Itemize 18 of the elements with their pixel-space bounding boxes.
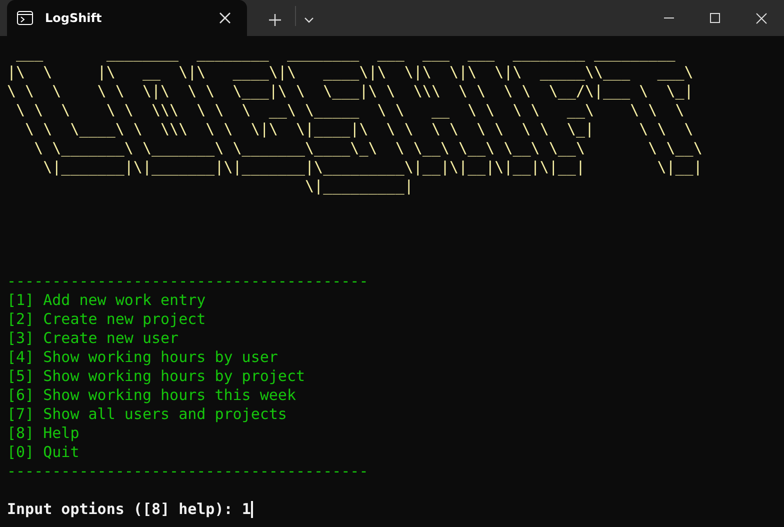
menu-option: [8] Help xyxy=(7,424,80,443)
menu-option: [0] Quit xyxy=(7,443,80,462)
menu-option: [2] Create new project xyxy=(7,310,206,329)
menu-option: [7] Show all users and projects xyxy=(7,405,287,424)
menu-option: [1] Add new work entry xyxy=(7,291,206,310)
ascii-art-title-text: ___ ________ ________ ________ ___ ___ ___ ________ _________ |\ \ |\ __ \|\ ____\|\ ____\|\ \|\ \|\ \|\ _____\\___ ___\ \ \ \ \ \ \|\ \ \ \___|\ \ \___|\ \ \\\ \ \ \ \ \__/\|___ \ \_| \ \ \ \ \ \\\ \ \ \ __\ \_____ \ \ __ \ \ \ \ __\ \ \ \ \ \ \____\ \ \\\ \ \ \|\ \|____|\ \ \ \ \ \ \ \ \ \_| \ \ \ \ \_______\ \_______\ \_______\____\_\ \ \__\ \__\ \__\ \__\ \ \__\ \|_______|\|_______|\|_______|\_________\|__|\|__|\|__|\|__| \|__| \|_________| xyxy=(7,44,702,196)
tab-title: LogShift xyxy=(45,11,103,25)
menu-option: [5] Show working hours by project xyxy=(7,367,306,386)
input-prompt: Input options ([8] help): xyxy=(7,500,234,519)
menu-option: [4] Show working hours by user xyxy=(7,348,278,367)
input-value[interactable]: 1 xyxy=(242,500,251,519)
menu-option: [6] Show working hours this week xyxy=(7,386,296,405)
terminal-icon xyxy=(17,11,33,25)
menu-option: [3] Create new user xyxy=(7,329,179,348)
text-cursor xyxy=(250,501,253,518)
divider-line: ---------------------------------------- xyxy=(7,272,368,291)
divider-line: ---------------------------------------- xyxy=(7,462,368,481)
terminal-tab[interactable]: LogShift xyxy=(7,0,247,36)
